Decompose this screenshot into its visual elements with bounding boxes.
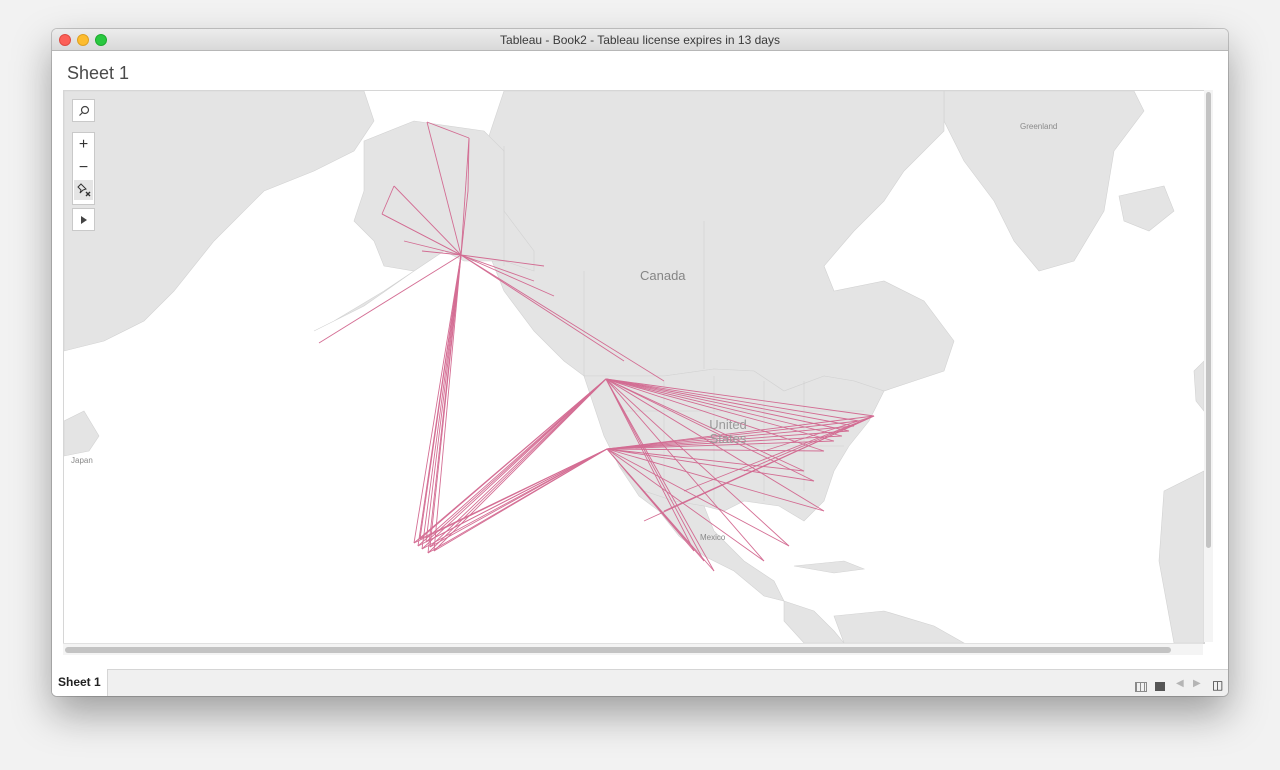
reset-map-button[interactable] xyxy=(74,180,93,200)
title-bar: Tableau - Book2 - Tableau license expire… xyxy=(52,29,1228,51)
map-label-us-line1: United xyxy=(709,417,747,432)
horizontal-scroll-thumb[interactable] xyxy=(65,647,1171,653)
map-label-us-line2: States xyxy=(709,431,747,446)
route-line xyxy=(318,254,462,344)
route-line xyxy=(427,378,607,554)
app-window: Tableau - Book2 - Tableau license expire… xyxy=(52,29,1228,696)
map-label-canada: Canada xyxy=(640,268,686,283)
sheet-title: Sheet 1 xyxy=(67,63,130,83)
route-line xyxy=(425,378,607,543)
route-line xyxy=(413,254,462,544)
single-view-icon[interactable] xyxy=(1155,682,1165,691)
vertical-scroll-thumb[interactable] xyxy=(1206,92,1211,548)
next-icon[interactable]: ▶ xyxy=(1193,678,1201,689)
grid-view-icon[interactable] xyxy=(1135,682,1147,692)
search-icon xyxy=(78,105,89,116)
route-line xyxy=(419,254,462,540)
map-canvas[interactable] xyxy=(64,91,1204,643)
map-view[interactable]: Canada United States Mexico Greenland Ja… xyxy=(63,90,1205,644)
land-masses xyxy=(64,91,1204,643)
zoom-out-button[interactable]: − xyxy=(73,157,94,179)
presentation-icon[interactable]: ◫ xyxy=(1212,678,1223,692)
zoom-controls: + − xyxy=(72,132,95,205)
route-line xyxy=(429,448,608,548)
zoom-in-button[interactable]: + xyxy=(73,134,94,156)
pin-icon xyxy=(76,183,90,197)
route-line xyxy=(427,448,608,554)
map-search-button[interactable] xyxy=(72,99,95,122)
route-line xyxy=(425,254,462,543)
sheet-tab-bar: Sheet 1 ◀ ▶ ◫ xyxy=(52,669,1228,696)
window-title: Tableau - Book2 - Tableau license expire… xyxy=(500,33,780,47)
toolbar-toggle-button[interactable] xyxy=(72,208,95,231)
map-label-united-states: United States xyxy=(706,418,750,446)
map-label-greenland: Greenland xyxy=(1020,122,1058,131)
route-line xyxy=(421,254,462,550)
prev-icon[interactable]: ◀ xyxy=(1176,678,1184,689)
map-label-japan: Japan xyxy=(71,456,93,465)
map-label-mexico: Mexico xyxy=(700,533,726,542)
tab-sheet-1[interactable]: Sheet 1 xyxy=(52,669,108,696)
play-icon xyxy=(80,215,87,224)
